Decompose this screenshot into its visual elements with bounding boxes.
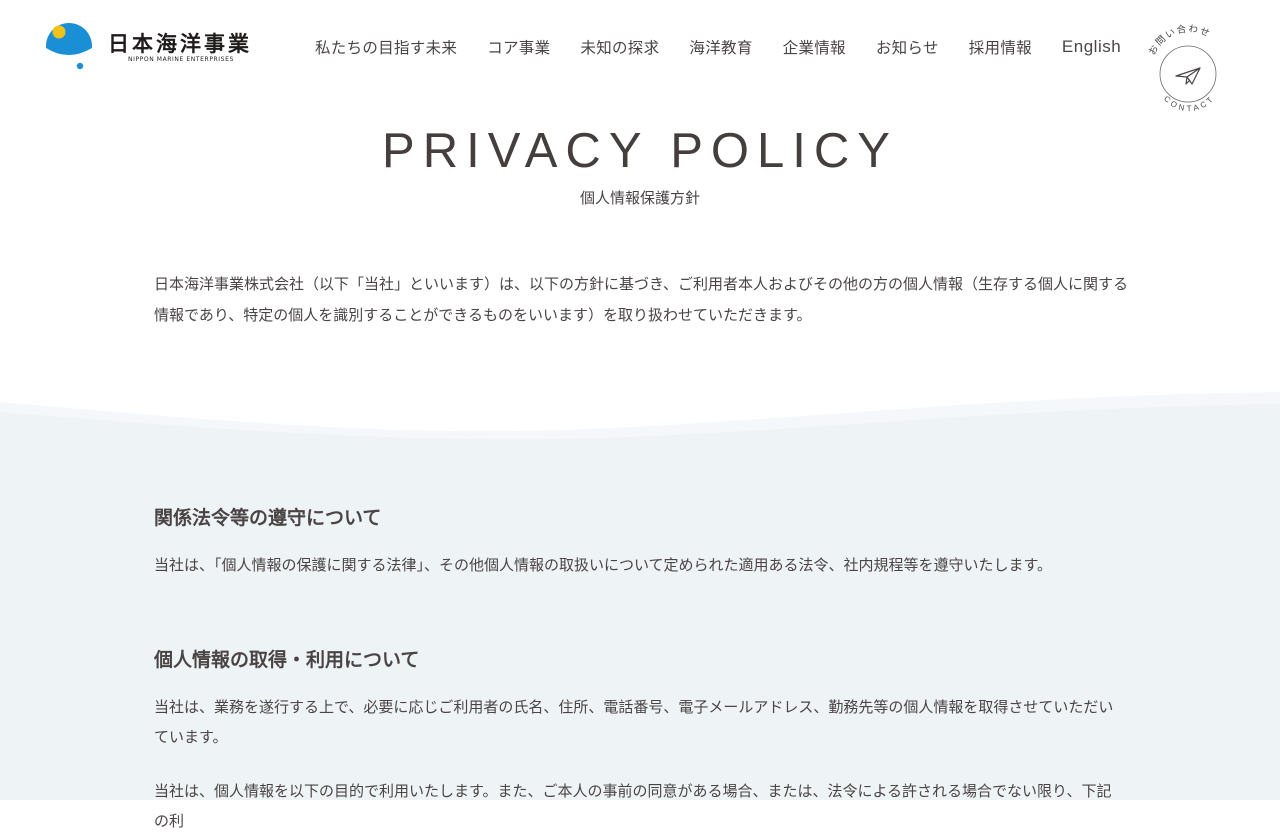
page-subtitle: 個人情報保護方針 [579, 189, 700, 207]
nav-item-news[interactable]: お知らせ [876, 36, 939, 58]
global-nav: 私たちの目指す未来 コア事業 未知の探求 海洋教育 企業情報 お知らせ 採用情報… [300, 36, 1136, 58]
nav-item-company[interactable]: 企業情報 [783, 36, 846, 58]
section-paragraph: 当社は、個人情報を以下の目的で利用いたします。また、ご本人の事前の同意がある場合… [154, 782, 1112, 830]
nav-item-core-business[interactable]: コア事業 [487, 36, 550, 58]
section-paragraph: 当社は、業務を遂行する上で、必要に応じご利用者の氏名、住所、電話番号、電子メール… [154, 698, 1114, 746]
intro-text: 日本海洋事業株式会社（以下「当社」といいます）は、以下の方針に基づき、ご利用者本… [154, 275, 1128, 324]
nav-item-vision[interactable]: 私たちの目指す未来 [315, 36, 457, 58]
contact-label-ja: お問い合わせ [1147, 23, 1213, 58]
paper-plane-icon [1175, 67, 1201, 85]
logo-name: 日本海洋事業 [108, 32, 252, 56]
nav-item-exploration[interactable]: 未知の探求 [580, 36, 659, 58]
section-heading: 関係法令等の遵守について [154, 507, 382, 529]
nav-item-english[interactable]: English [1062, 37, 1121, 57]
site-logo[interactable]: 日本海洋事業 NIPPON MARINE ENTERPRISES [44, 20, 254, 72]
section-paragraph: 当社は、「個人情報の保護に関する法律」、その他個人情報の取扱いについて定められた… [154, 556, 1053, 574]
contact-button[interactable]: お問い合わせ CONTACT [1142, 16, 1234, 116]
nav-item-ocean-education[interactable]: 海洋教育 [689, 36, 752, 58]
page-title: PRIVACY POLICY [382, 124, 898, 178]
nav-item-recruit[interactable]: 採用情報 [969, 36, 1032, 58]
logo-mark-icon [46, 23, 92, 70]
contact-label-en: CONTACT [1162, 93, 1217, 113]
logo-subtitle: NIPPON MARINE ENTERPRISES [128, 56, 234, 63]
section-heading: 個人情報の取得・利用について [154, 649, 420, 671]
